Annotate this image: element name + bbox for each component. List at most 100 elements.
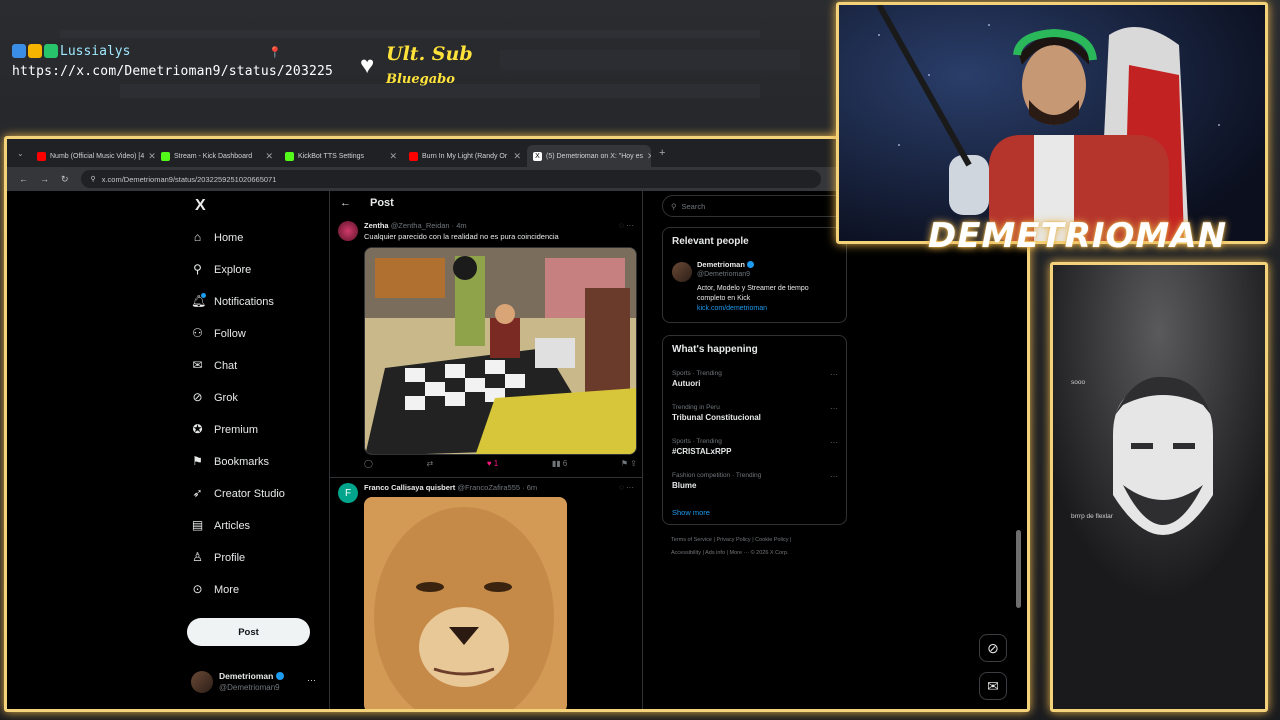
post-author[interactable]: Zentha @Zentha_Reidan · 4m bbox=[364, 221, 467, 230]
grok-button[interactable]: ⊘ bbox=[979, 634, 1007, 662]
new-tab-icon[interactable]: + bbox=[659, 147, 665, 159]
search-icon: ⚲ bbox=[193, 262, 202, 276]
card-title: What's happening bbox=[672, 344, 758, 355]
back-icon[interactable]: ← bbox=[340, 197, 351, 209]
nav-label: More bbox=[214, 583, 240, 596]
nav-label: Notifications bbox=[214, 295, 274, 308]
person-name[interactable]: Demetrioman bbox=[697, 260, 755, 269]
footer-links[interactable]: Terms of Service | Privacy Policy | Cook… bbox=[671, 537, 791, 543]
trend-context: Sports · Trending bbox=[672, 370, 722, 377]
messages-button[interactable]: ✉ bbox=[979, 672, 1007, 700]
nav-explore[interactable]: ⚲ Explore bbox=[191, 263, 251, 276]
notification-dot bbox=[201, 293, 206, 298]
post-image[interactable] bbox=[364, 247, 637, 455]
tab-burn-in-my-light[interactable]: Burn In My Light (Randy Or ✕ bbox=[403, 145, 527, 167]
bookmark-icon[interactable]: ⚑ ⇪ bbox=[621, 459, 637, 468]
badge-icon bbox=[44, 44, 58, 58]
timeline: ← Post Zentha @Zentha_Reidan · 4m ◌ ··· … bbox=[329, 191, 643, 709]
stream-chat-panel: sooo brrrp de flexlar bbox=[1050, 262, 1268, 712]
more-icon[interactable]: ··· bbox=[830, 404, 838, 413]
search-placeholder: Search bbox=[681, 201, 706, 211]
close-icon[interactable]: ✕ bbox=[647, 151, 651, 162]
avatar[interactable]: F bbox=[338, 483, 358, 503]
close-icon[interactable]: ✕ bbox=[513, 151, 521, 162]
whats-happening-card: What's happening Sports · Trending Autuor… bbox=[662, 335, 847, 525]
more-icon[interactable]: ··· bbox=[830, 370, 838, 379]
account-switcher[interactable]: Demetrioman @Demetrioman9 ··· bbox=[187, 669, 327, 697]
nav-articles[interactable]: ▤ Articles bbox=[191, 519, 250, 532]
close-icon[interactable]: ✕ bbox=[148, 151, 155, 162]
more-icon[interactable]: ··· bbox=[307, 675, 316, 685]
trend-item[interactable]: Sports · Trending Autuori bbox=[672, 370, 722, 388]
nav-label: Creator Studio bbox=[214, 487, 285, 500]
url-input[interactable]: ⚲ x.com/Demetrioman9/status/203225925102… bbox=[80, 170, 821, 188]
nav-label: Articles bbox=[214, 519, 251, 532]
scrollbar[interactable] bbox=[1016, 530, 1021, 608]
left-nav: X ⌂ Home ⚲ Explore 🔔︎ Notifications ⚇ Follow… bbox=[177, 191, 327, 709]
reload-icon[interactable]: ↻ bbox=[61, 174, 69, 185]
back-icon[interactable]: ← bbox=[19, 174, 28, 184]
youtube-icon bbox=[409, 151, 418, 161]
more-icon[interactable]: ◌ ··· bbox=[619, 221, 634, 230]
search-input[interactable]: ⚲ Search bbox=[662, 195, 847, 217]
footer-links[interactable]: Accessibility | Ads info | More ··· © 20… bbox=[671, 550, 789, 556]
post-button[interactable]: Post bbox=[187, 618, 310, 646]
trend-name: Autuori bbox=[672, 379, 701, 388]
repost-icon[interactable]: ⇄ bbox=[427, 459, 434, 468]
post-card[interactable]: F Franco Callisaya quisbert @FrancoZafir… bbox=[330, 479, 642, 709]
like-button[interactable]: ♥ 1 bbox=[487, 459, 498, 468]
tab-kickbot[interactable]: KickBot TTS Settings ✕ bbox=[279, 145, 403, 167]
nav-profile[interactable]: ♙ Profile bbox=[191, 551, 245, 564]
post-actions: ◯ ⇄ ♥ 1 ▮▮ 6 ⚑ ⇪ bbox=[364, 459, 637, 468]
heart-icon: ♥ bbox=[360, 52, 375, 79]
like-count: 1 bbox=[493, 459, 499, 468]
nav-follow[interactable]: ⚇ Follow bbox=[191, 327, 246, 340]
card-title: Relevant people bbox=[672, 236, 749, 247]
forward-icon[interactable]: → bbox=[40, 174, 49, 184]
nav-more[interactable]: ⊙ More bbox=[191, 583, 239, 596]
post-card[interactable]: Zentha @Zentha_Reidan · 4m ◌ ··· Cualqui… bbox=[330, 215, 642, 477]
trend-item[interactable]: Trending in Peru Tribunal Constitucional bbox=[672, 404, 761, 422]
page-title: Post bbox=[370, 197, 394, 209]
tab-kick-dashboard[interactable]: Stream - Kick Dashboard ✕ bbox=[155, 145, 279, 167]
trend-item[interactable]: Fashion competition · Trending Blume bbox=[672, 472, 761, 490]
close-icon[interactable]: ✕ bbox=[265, 151, 273, 162]
nav-premium[interactable]: ✪ Premium bbox=[191, 423, 258, 436]
nav-label: Bookmarks bbox=[214, 455, 270, 468]
nav-creator-studio[interactable]: ➶ Creator Studio bbox=[191, 487, 285, 500]
reply-icon[interactable]: ◯ bbox=[364, 459, 373, 468]
tab-menu-icon[interactable]: ⌄ bbox=[17, 149, 31, 158]
ult-sub-name: Bluegabo bbox=[386, 72, 455, 87]
site-info-icon[interactable]: ⚲ bbox=[91, 175, 96, 183]
post-author[interactable]: Franco Callisaya quisbert @FrancoZafira5… bbox=[364, 483, 537, 492]
streamer-webcam-image bbox=[839, 5, 1265, 241]
avatar[interactable] bbox=[338, 221, 358, 241]
more-icon[interactable]: ◌ ··· bbox=[619, 483, 634, 492]
tab-x-post[interactable]: X (5) Demetrioman on X: "Hoy es✕ bbox=[527, 145, 651, 167]
person-link[interactable]: kick.com/demetrioman bbox=[697, 305, 767, 312]
tab-label: Burn In My Light (Randy Or bbox=[422, 152, 508, 160]
nav-notifications[interactable]: 🔔︎ Notifications bbox=[191, 293, 274, 308]
avatar[interactable] bbox=[672, 262, 692, 282]
nav-home[interactable]: ⌂ Home bbox=[191, 231, 243, 244]
nav-bookmarks[interactable]: ⚑ Bookmarks bbox=[191, 455, 269, 468]
trend-item[interactable]: Sports · Trending #CRISTALxRPP bbox=[672, 438, 731, 456]
tab-numb[interactable]: Numb (Official Music Video) [4✕ bbox=[31, 145, 155, 167]
close-icon[interactable]: ✕ bbox=[389, 151, 397, 162]
post-image[interactable] bbox=[364, 497, 567, 709]
nav-grok[interactable]: ⊘ Grok bbox=[191, 391, 237, 404]
ult-sub-title: Ult. Sub bbox=[386, 43, 473, 65]
x-logo-icon[interactable]: X bbox=[195, 197, 206, 215]
lioness-image bbox=[364, 497, 567, 709]
crown-icon bbox=[28, 44, 42, 58]
right-sidebar: ⚲ Search Relevant people Demetrioman @Dem… bbox=[662, 191, 847, 709]
post-text: Cualquier parecido con la realidad no es… bbox=[364, 232, 559, 241]
views-button[interactable]: ▮▮ 6 bbox=[552, 459, 567, 468]
nav-chat[interactable]: ✉ Chat bbox=[191, 359, 237, 372]
more-icon[interactable]: ··· bbox=[830, 438, 838, 447]
show-more-link[interactable]: Show more bbox=[672, 508, 710, 517]
trend-context: Sports · Trending bbox=[672, 438, 722, 445]
trend-name: #CRISTALxRPP bbox=[672, 447, 732, 456]
more-icon[interactable]: ··· bbox=[830, 472, 838, 481]
bell-icon: 🔔︎ bbox=[191, 293, 207, 308]
